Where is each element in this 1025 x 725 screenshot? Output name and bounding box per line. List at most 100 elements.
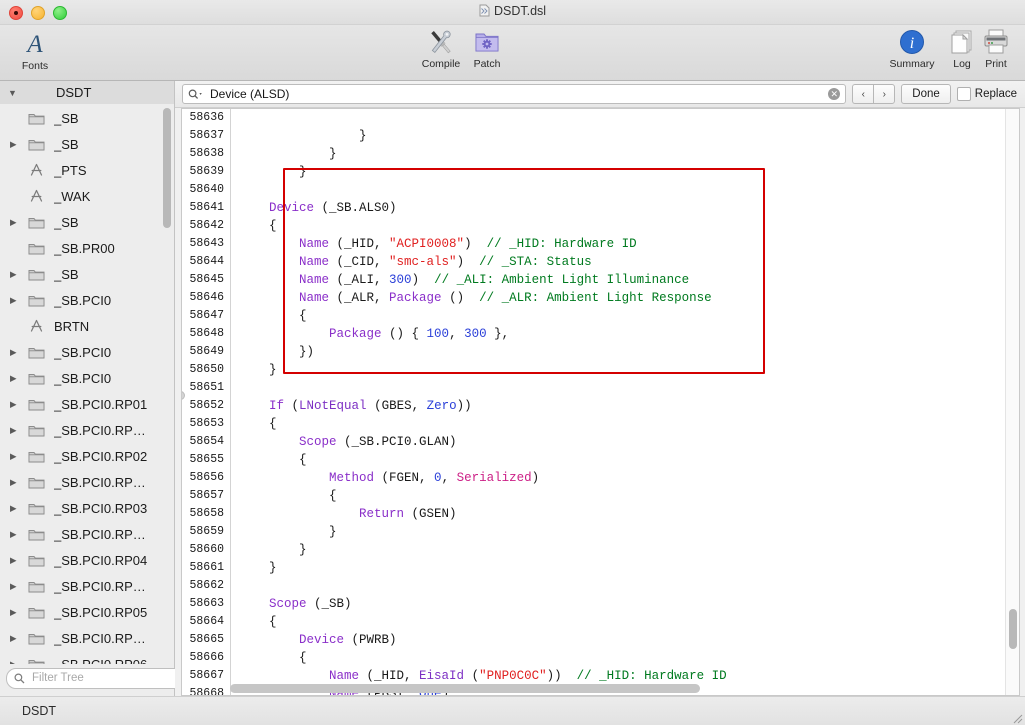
chevron-right-icon[interactable]: ▶ [8,659,28,665]
horizontal-scrollbar-thumb[interactable] [230,684,700,693]
tree-list[interactable]: _SB ▶ _SB _PTS _WAK ▶ _SB _SB.PR00 ▶ _SB ▶ _SB.PCI0… [0,104,174,664]
code-line[interactable]: { [239,613,1019,631]
chevron-right-icon[interactable]: ▶ [8,347,28,358]
find-done-button[interactable]: Done [901,84,951,104]
code-line[interactable]: } [239,145,1019,163]
tree-item--sb-pr00[interactable]: _SB.PR00 [0,235,174,261]
toolbar-print-button[interactable]: Print [970,27,1022,70]
chevron-right-icon[interactable]: ▶ [8,503,28,514]
chevron-right-icon[interactable]: ▶ [8,373,28,384]
tree-item--sb-pci0-rp06[interactable]: ▶ _SB.PCI0.RP06 [0,651,174,664]
filter-tree-box[interactable] [6,667,196,689]
tree-item--sb-pci0-rp-[interactable]: ▶ _SB.PCI0.RP… [0,573,174,599]
search-input[interactable] [208,86,829,102]
resize-grip-icon[interactable] [1009,710,1023,724]
find-previous-button[interactable]: ‹ [852,84,874,104]
chevron-right-icon[interactable]: ▶ [8,555,28,566]
chevron-right-icon[interactable]: ▶ [8,607,28,618]
code-editor[interactable]: 58636 58637 58638 58639 58640 58641 58642 58643… [181,108,1020,696]
replace-checkbox[interactable] [956,87,971,101]
code-line[interactable] [239,379,1019,397]
find-nav-segmented[interactable]: ‹ › [852,84,896,104]
sidebar-scrollbar-thumb[interactable] [163,108,171,228]
chevron-right-icon[interactable]: ▶ [8,139,28,150]
find-next-button[interactable]: › [873,84,896,104]
tree-item--sb-pci0-rp01[interactable]: ▶ _SB.PCI0.RP01 [0,391,174,417]
tree-item--sb[interactable]: _SB [0,105,174,131]
chevron-right-icon[interactable]: ▶ [8,425,28,436]
code-line[interactable]: Name (_ALI, 300) // _ALI: Ambient Light … [239,271,1019,289]
code-line[interactable]: { [239,487,1019,505]
code-line[interactable]: Package () { 100, 300 }, [239,325,1019,343]
chevron-right-icon[interactable]: ▶ [8,477,28,488]
chevron-right-icon[interactable]: ▶ [8,295,28,306]
code-text[interactable]: } } } Device (_SB.ALS0) { Name (_HID, "A… [231,109,1019,695]
tree-item--sb-pci0-rp-[interactable]: ▶ _SB.PCI0.RP… [0,625,174,651]
search-field[interactable]: ✕ [182,84,847,104]
tree-item--sb-pci0[interactable]: ▶ _SB.PCI0 [0,365,174,391]
tree-item--sb-pci0-rp-[interactable]: ▶ _SB.PCI0.RP… [0,469,174,495]
tree-item--sb-pci0[interactable]: ▶ _SB.PCI0 [0,339,174,365]
code-line[interactable]: { [239,307,1019,325]
code-canvas[interactable]: } } } Device (_SB.ALS0) { Name (_HID, "A… [231,109,1019,695]
code-line[interactable]: Name (_HID, "ACPI0008") // _HID: Hardwar… [239,235,1019,253]
vertical-scrollbar-track[interactable] [1005,109,1019,695]
tree-item--sb-pci0-rp04[interactable]: ▶ _SB.PCI0.RP04 [0,547,174,573]
tree-item--sb-pci0-rp02[interactable]: ▶ _SB.PCI0.RP02 [0,443,174,469]
clear-search-icon[interactable]: ✕ [828,88,841,100]
code-line[interactable] [239,181,1019,199]
tree-item--wak[interactable]: _WAK [0,183,174,209]
code-line[interactable] [239,577,1019,595]
code-line[interactable]: Name (_ALR, Package () // _ALR: Ambient … [239,289,1019,307]
chevron-right-icon[interactable]: ▶ [8,269,28,280]
code-line[interactable]: If (LNotEqual (GBES, Zero)) [239,397,1019,415]
code-line[interactable]: } [239,523,1019,541]
code-line[interactable]: Scope (_SB) [239,595,1019,613]
chevron-right-icon[interactable]: ▶ [8,217,28,228]
chevron-right-icon[interactable]: ▶ [8,451,28,462]
chevron-right-icon[interactable]: ▶ [8,399,28,410]
code-line[interactable]: Name (_HID, EisaId ("PNP0C0C")) // _HID:… [239,667,1019,685]
toolbar-fonts-button[interactable]: A Fonts [4,29,66,72]
code-line[interactable]: } [239,163,1019,181]
chevron-right-icon[interactable]: ▶ [8,581,28,592]
code-line[interactable]: { [239,649,1019,667]
chevron-down-icon[interactable]: ▼ [8,88,24,98]
filter-tree-input[interactable] [30,671,188,685]
code-token-kw: Return [359,507,405,521]
tree-item--sb-pci0-rp03[interactable]: ▶ _SB.PCI0.RP03 [0,495,174,521]
code-line[interactable] [239,109,1019,127]
code-line[interactable]: { [239,451,1019,469]
code-line[interactable]: } [239,541,1019,559]
code-line[interactable]: Device (PWRB) [239,631,1019,649]
code-line[interactable]: } [239,127,1019,145]
vertical-scrollbar-thumb[interactable] [1009,609,1017,649]
tree-item--sb-pci0[interactable]: ▶ _SB.PCI0 [0,287,174,313]
code-line[interactable]: Scope (_SB.PCI0.GLAN) [239,433,1019,451]
search-magnifier-icon[interactable] [188,89,204,100]
code-line[interactable]: Device (_SB.ALS0) [239,199,1019,217]
tree-item--pts[interactable]: _PTS [0,157,174,183]
tree-item--sb[interactable]: ▶ _SB [0,131,174,157]
chevron-right-icon[interactable]: ▶ [8,529,28,540]
tree-root-header[interactable]: ▼ DSDT [0,81,174,104]
code-line[interactable]: } [239,361,1019,379]
code-line[interactable]: Method (FGEN, 0, Serialized) [239,469,1019,487]
tree-item-brtn[interactable]: BRTN [0,313,174,339]
code-line[interactable]: } [239,559,1019,577]
code-line[interactable]: { [239,415,1019,433]
tree-item--sb-pci0-rp05[interactable]: ▶ _SB.PCI0.RP05 [0,599,174,625]
horizontal-scrollbar-track[interactable] [230,684,1005,693]
toolbar-patch-button[interactable]: Patch [456,27,518,70]
tree-item--sb[interactable]: ▶ _SB [0,209,174,235]
chevron-right-icon[interactable]: ▶ [8,633,28,644]
replace-toggle[interactable]: Replace [956,87,1017,101]
code-line[interactable]: Return (GSEN) [239,505,1019,523]
tree-item--sb-pci0-rp-[interactable]: ▶ _SB.PCI0.RP… [0,417,174,443]
tree-item--sb[interactable]: ▶ _SB [0,261,174,287]
code-line[interactable]: Name (_CID, "smc-als") // _STA: Status [239,253,1019,271]
code-line[interactable]: }) [239,343,1019,361]
tree-item--sb-pci0-rp-[interactable]: ▶ _SB.PCI0.RP… [0,521,174,547]
code-line[interactable]: { [239,217,1019,235]
